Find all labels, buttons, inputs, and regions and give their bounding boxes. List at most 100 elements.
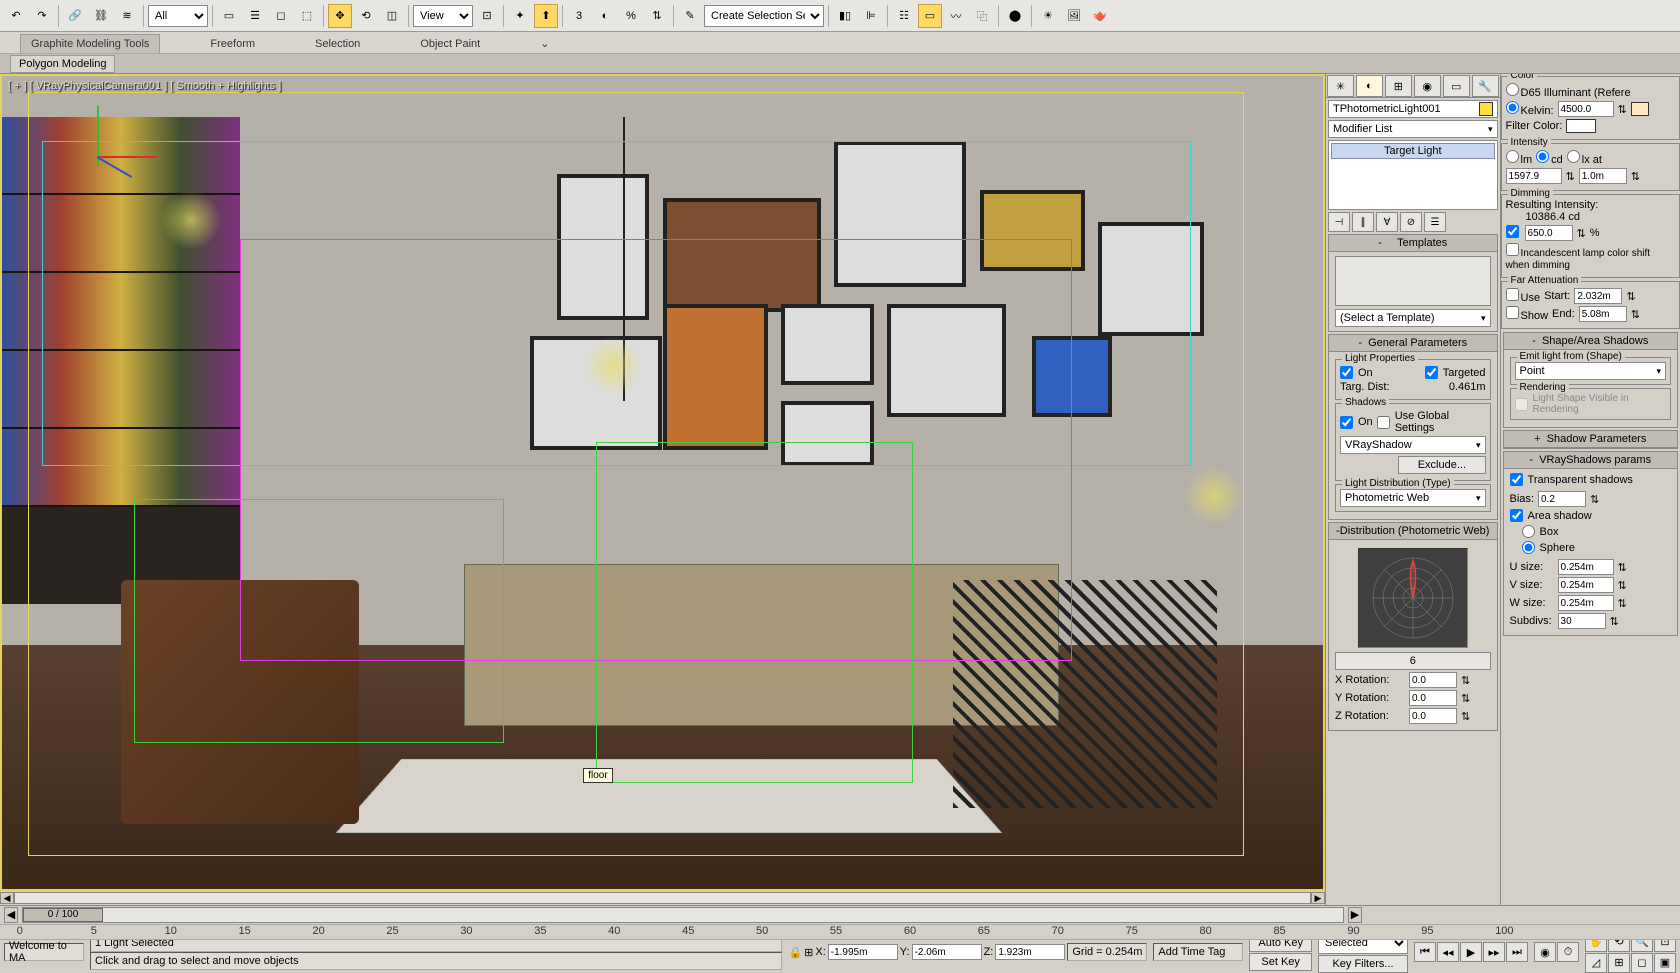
viewport-hscroll[interactable] — [14, 892, 1311, 904]
time-slider-handle[interactable]: 0 / 100 — [23, 908, 103, 922]
cd-radio[interactable]: cd — [1536, 150, 1563, 166]
use-pivot-button[interactable]: ⊡ — [475, 4, 499, 28]
time-slider-track[interactable]: 0 / 100 — [22, 907, 1344, 923]
use-global-checkbox[interactable]: Use Global Settings — [1377, 410, 1486, 434]
lock-selection-icon[interactable]: 🔒 — [788, 946, 802, 959]
add-time-tag[interactable]: Add Time Tag — [1153, 943, 1243, 961]
angle-snap-button[interactable]: ◐ — [593, 4, 617, 28]
bind-button[interactable]: ≋ — [115, 4, 139, 28]
stack-item-target-light[interactable]: Target Light — [1331, 143, 1495, 159]
key-filters-button[interactable]: Key Filters... — [1318, 955, 1408, 973]
intensity-dist-spinner[interactable]: 1.0m — [1579, 168, 1627, 184]
transparent-shadows-checkbox[interactable]: Transparent shadows — [1510, 473, 1633, 486]
rollout-shape-shadows-header[interactable]: - Shape/Area Shadows — [1504, 333, 1677, 350]
snap-toggle-button[interactable]: 3 — [567, 4, 591, 28]
render-button[interactable]: 🫖 — [1088, 4, 1112, 28]
rollout-distribution-header[interactable]: -Distribution (Photometric Web) — [1329, 523, 1497, 540]
material-editor-button[interactable]: ⬤ — [1003, 4, 1027, 28]
dimming-spinner[interactable]: 650.0 — [1525, 225, 1573, 241]
shadow-type-dropdown[interactable]: VRayShadow — [1340, 436, 1486, 454]
transform-gizmo[interactable] — [77, 106, 177, 206]
rendered-frame-button[interactable]: 🖼 — [1062, 4, 1086, 28]
web-preview[interactable] — [1358, 548, 1468, 648]
d65-radio[interactable]: D65 Illuminant (Refere — [1506, 83, 1631, 99]
object-color-swatch[interactable] — [1479, 102, 1493, 116]
atten-start-spinner[interactable]: 2.032m — [1574, 288, 1622, 304]
shadows-on-checkbox[interactable]: On — [1340, 416, 1373, 429]
template-list[interactable] — [1335, 256, 1491, 306]
undo-button[interactable]: ↶ — [4, 4, 28, 28]
viewport-camera[interactable]: [ + ] [ VRayPhysicalCamera001 ] [ Smooth… — [0, 74, 1325, 891]
hierarchy-tab-icon[interactable]: ⊞ — [1385, 75, 1412, 97]
zoom-extents-icon[interactable]: ⊞ — [1608, 953, 1630, 973]
make-unique-icon[interactable]: ∀ — [1376, 212, 1398, 232]
exclude-button[interactable]: Exclude... — [1398, 456, 1485, 474]
intensity-spinner[interactable]: 1597.9 — [1506, 168, 1562, 184]
ref-coord-dropdown[interactable]: View — [413, 5, 473, 27]
kelvin-swatch[interactable] — [1631, 102, 1649, 116]
edit-named-sel-button[interactable]: ✎ — [678, 4, 702, 28]
modify-tab-icon[interactable]: ◐ — [1356, 75, 1383, 97]
selection-filter-dropdown[interactable]: All — [148, 5, 208, 27]
scroll-right-icon[interactable]: ▶ — [1311, 892, 1325, 904]
time-config-icon[interactable]: ⏱ — [1557, 942, 1579, 962]
render-setup-button[interactable]: ☀ — [1036, 4, 1060, 28]
pin-stack-icon[interactable]: ⊣ — [1328, 212, 1350, 232]
y-rotation-spinner[interactable]: 0.0 — [1409, 690, 1457, 706]
select-rotate-button[interactable]: ⟲ — [354, 4, 378, 28]
select-object-button[interactable]: ▭ — [217, 4, 241, 28]
rollout-vrayshadows-header[interactable]: - VRayShadows params — [1504, 452, 1677, 469]
keyboard-shortcut-button[interactable]: ⬆ — [534, 4, 558, 28]
ribbon-minimize-icon[interactable]: ⌄ — [530, 34, 559, 53]
modifier-list-dropdown[interactable]: Modifier List — [1328, 120, 1498, 138]
play-icon[interactable]: ▶ — [1460, 942, 1482, 962]
emit-shape-dropdown[interactable]: Point — [1515, 362, 1666, 380]
utilities-tab-icon[interactable]: 🔧 — [1472, 75, 1499, 97]
coord-x-field[interactable]: -1.995m — [828, 944, 898, 960]
lm-radio[interactable]: lm — [1506, 150, 1533, 166]
area-shadow-checkbox[interactable]: Area shadow — [1510, 509, 1592, 522]
sphere-radio[interactable]: Sphere — [1522, 541, 1575, 554]
w-size-spinner[interactable]: 0.254m — [1558, 595, 1614, 611]
sub-ribbon-polygon[interactable]: Polygon Modeling — [10, 55, 115, 73]
template-select-dropdown[interactable]: (Select a Template) — [1335, 309, 1491, 327]
incandescent-checkbox[interactable]: Incandescent lamp color shift when dimmi… — [1506, 243, 1675, 271]
light-targeted-checkbox[interactable]: Targeted — [1425, 366, 1486, 379]
shape-visible-checkbox[interactable]: Light Shape Visible in Rendering — [1515, 393, 1666, 415]
percent-snap-button[interactable]: % — [619, 4, 643, 28]
select-scale-button[interactable]: ◫ — [380, 4, 404, 28]
rollout-templates-header[interactable]: - Templates — [1329, 235, 1497, 252]
ribbon-tab-objectpaint[interactable]: Object Paint — [410, 35, 490, 53]
curve-editor-button[interactable]: 〰 — [944, 4, 968, 28]
configure-sets-icon[interactable]: ☰ — [1424, 212, 1446, 232]
layer-manager-button[interactable]: ☷ — [892, 4, 916, 28]
dimming-checkbox[interactable] — [1506, 225, 1521, 241]
filter-color-swatch[interactable] — [1566, 119, 1596, 133]
spinner-snap-button[interactable]: ⇅ — [645, 4, 669, 28]
time-prev-icon[interactable]: ◀ — [4, 907, 18, 923]
zoom-region-icon[interactable]: ◻ — [1631, 953, 1653, 973]
object-name-field[interactable]: TPhotometricLight001 — [1328, 100, 1498, 118]
bias-spinner[interactable]: 0.2 — [1538, 491, 1586, 507]
window-crossing-button[interactable]: ⬚ — [295, 4, 319, 28]
coord-y-field[interactable]: -2.06m — [912, 944, 982, 960]
time-ruler[interactable]: 0510152025303540455055606570758085909510… — [0, 924, 1680, 940]
align-button[interactable]: ⊫ — [859, 4, 883, 28]
prev-frame-icon[interactable]: ◂◂ — [1437, 942, 1459, 962]
z-rotation-spinner[interactable]: 0.0 — [1409, 708, 1457, 724]
lx-radio[interactable]: lx at — [1567, 150, 1602, 166]
fov-icon[interactable]: ◿ — [1585, 953, 1607, 973]
named-selection-dropdown[interactable]: Create Selection Se — [704, 5, 824, 27]
mirror-button[interactable]: ▮▯ — [833, 4, 857, 28]
light-on-checkbox[interactable]: On — [1340, 366, 1373, 379]
web-file-button[interactable]: 6 — [1335, 652, 1491, 670]
subdivs-spinner[interactable]: 30 — [1558, 613, 1606, 629]
unlink-button[interactable]: ⛓ — [89, 4, 113, 28]
redo-button[interactable]: ↷ — [30, 4, 54, 28]
max-toggle-icon[interactable]: ▣ — [1654, 953, 1676, 973]
maxscript-listener[interactable]: Welcome to MA — [4, 943, 84, 961]
display-tab-icon[interactable]: ▭ — [1443, 75, 1470, 97]
ribbon-tab-freeform[interactable]: Freeform — [200, 35, 265, 53]
motion-tab-icon[interactable]: ◉ — [1414, 75, 1441, 97]
time-next-icon[interactable]: ▶ — [1348, 907, 1362, 923]
